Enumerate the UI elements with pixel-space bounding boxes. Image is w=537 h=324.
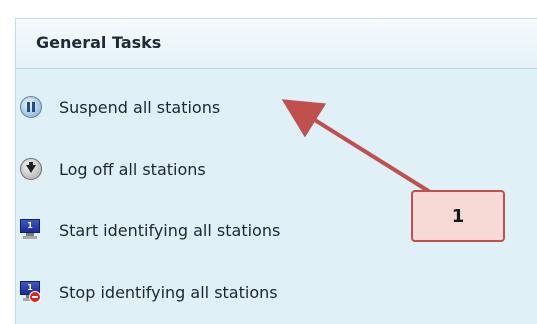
arrow-line — [281, 99, 432, 194]
callout-box: 1 — [411, 190, 505, 242]
annotation-arrow — [281, 99, 432, 194]
callout-label: 1 — [451, 205, 465, 227]
